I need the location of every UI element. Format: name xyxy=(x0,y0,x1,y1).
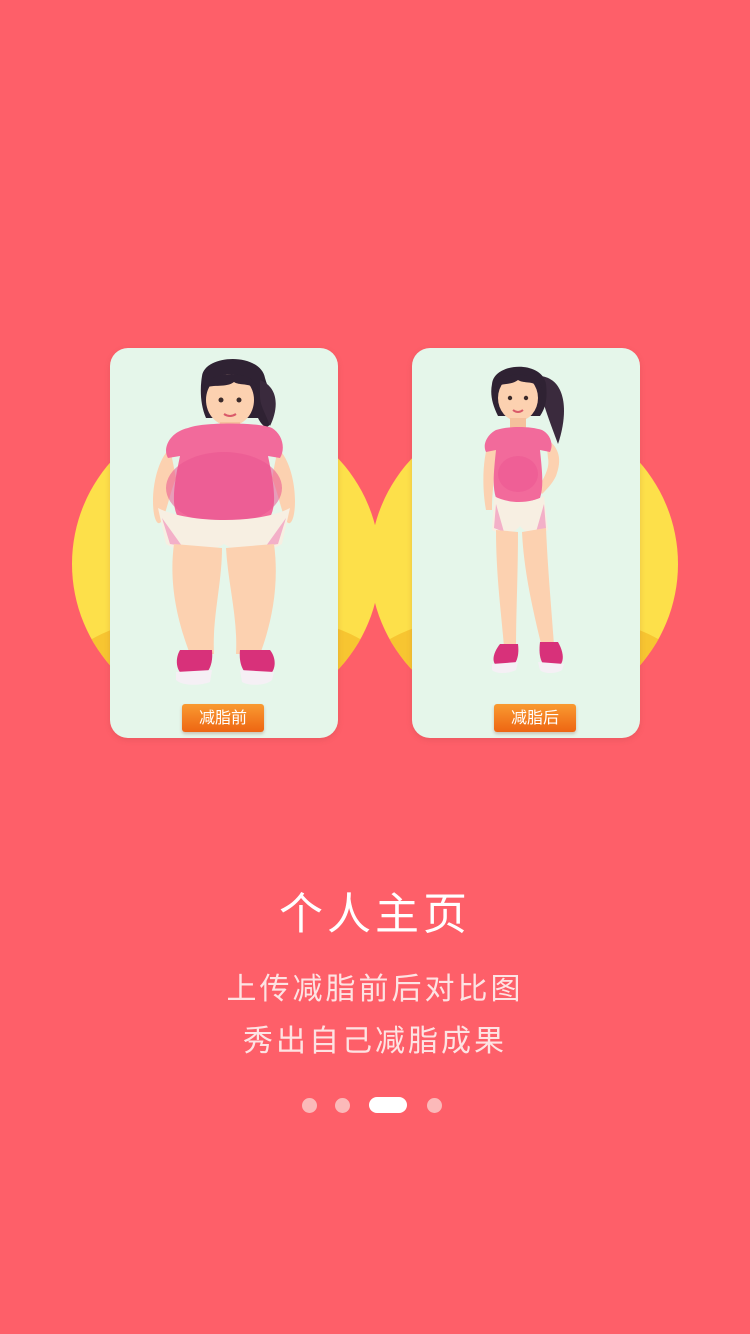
before-badge: 减脂前 xyxy=(182,704,264,732)
page-dot-4[interactable] xyxy=(427,1098,442,1113)
slim-girl-illustration xyxy=(483,366,564,673)
page-dot-3-active[interactable] xyxy=(369,1097,407,1113)
onboarding-screen[interactable]: 减脂前 减脂后 个人主页 上传减脂前后对比图 秀出自己减脂成果 xyxy=(0,0,750,1334)
description-line-2: 秀出自己减脂成果 xyxy=(243,1024,507,1059)
plus-size-girl-illustration xyxy=(153,359,295,685)
before-card xyxy=(110,348,338,738)
page-title: 个人主页 xyxy=(279,889,471,940)
page-dot-2[interactable] xyxy=(335,1098,350,1113)
after-badge: 减脂后 xyxy=(494,704,576,732)
description-line-1: 上传减脂前后对比图 xyxy=(226,972,524,1007)
page-indicator[interactable] xyxy=(0,1097,750,1113)
page-dot-1[interactable] xyxy=(302,1098,317,1113)
after-card xyxy=(412,348,640,738)
